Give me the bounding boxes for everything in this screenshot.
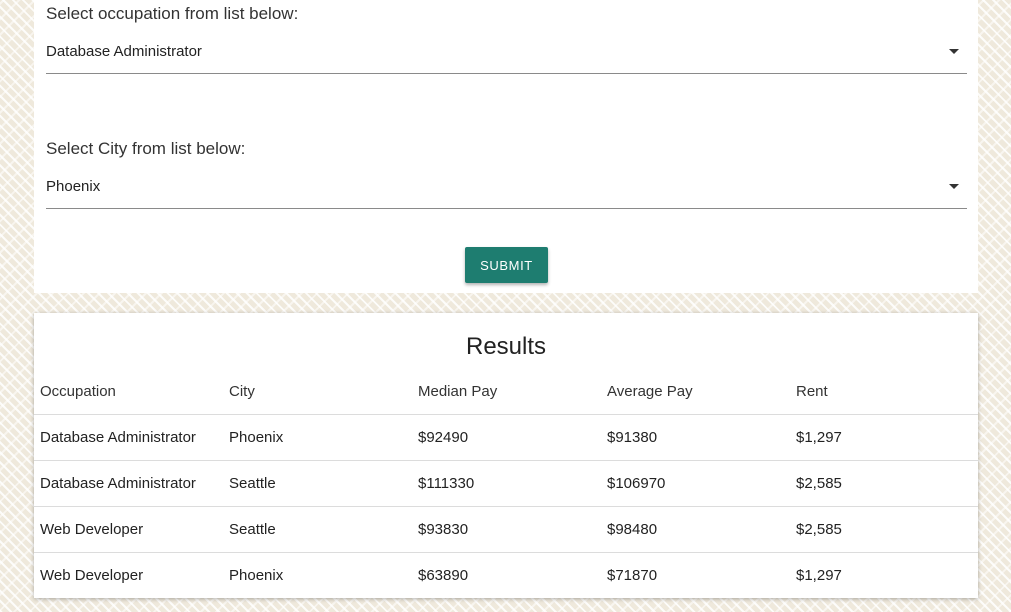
caret-down-icon <box>949 49 959 54</box>
occupation-cell: Web Developer <box>34 506 223 553</box>
occupation-cell: Web Developer <box>40 567 144 584</box>
occupation-cell: Database Administrator <box>34 460 223 507</box>
table-row: Database Administrator Seattle $111330 $… <box>34 460 978 507</box>
rent-cell: $1,297 <box>796 567 842 584</box>
rent-cell: $2,585 <box>790 506 978 553</box>
column-header-occupation: Occupation <box>34 368 223 415</box>
city-select[interactable]: Phoenix <box>46 170 967 209</box>
median-pay-cell: $92490 <box>412 414 601 461</box>
column-header-rent: Rent <box>790 368 978 415</box>
results-title: Results <box>465 333 547 360</box>
caret-down-icon <box>949 184 959 189</box>
table-row: Web Developer Seattle $93830 $98480 $2,5… <box>34 506 978 553</box>
average-pay-cell: $71870 <box>607 567 658 584</box>
occupation-selected-value: Database Administrator <box>46 43 202 60</box>
occupation-label: Select occupation from list below: <box>46 4 299 23</box>
city-cell: Seattle <box>223 506 412 553</box>
median-pay-cell: $93830 <box>412 506 601 553</box>
city-cell: Phoenix <box>229 567 284 584</box>
rent-cell: $2,585 <box>790 460 978 507</box>
table-row: Database Administrator Phoenix $92490 $9… <box>34 414 978 461</box>
submit-button[interactable]: SUBMIT <box>465 247 548 283</box>
average-pay-cell: $106970 <box>601 460 790 507</box>
median-pay-cell: $111330 <box>412 460 601 507</box>
occupation-cell: Database Administrator <box>34 414 223 461</box>
occupation-select[interactable]: Database Administrator <box>46 35 967 74</box>
table-header-row: Occupation City Median Pay Average Pay R… <box>34 368 978 415</box>
city-cell: Phoenix <box>223 414 412 461</box>
city-selected-value: Phoenix <box>46 178 101 195</box>
average-pay-cell: $98480 <box>601 506 790 553</box>
city-label: Select City from list below: <box>46 139 246 158</box>
table-row: Web Developer Phoenix $63890 $71870 $1,2… <box>34 553 978 599</box>
median-pay-cell: $63890 <box>418 567 469 584</box>
rent-cell: $1,297 <box>790 414 978 461</box>
results-card: Results Occupation City Median Pay Avera… <box>34 313 978 598</box>
city-cell: Seattle <box>223 460 412 507</box>
search-form-card: Select occupation from list below: Datab… <box>34 0 978 293</box>
column-header-average-pay: Average Pay <box>601 368 790 415</box>
column-header-median-pay: Median Pay <box>412 368 601 415</box>
results-table: Occupation City Median Pay Average Pay R… <box>34 368 978 598</box>
average-pay-cell: $91380 <box>601 414 790 461</box>
column-header-city: City <box>223 368 412 415</box>
